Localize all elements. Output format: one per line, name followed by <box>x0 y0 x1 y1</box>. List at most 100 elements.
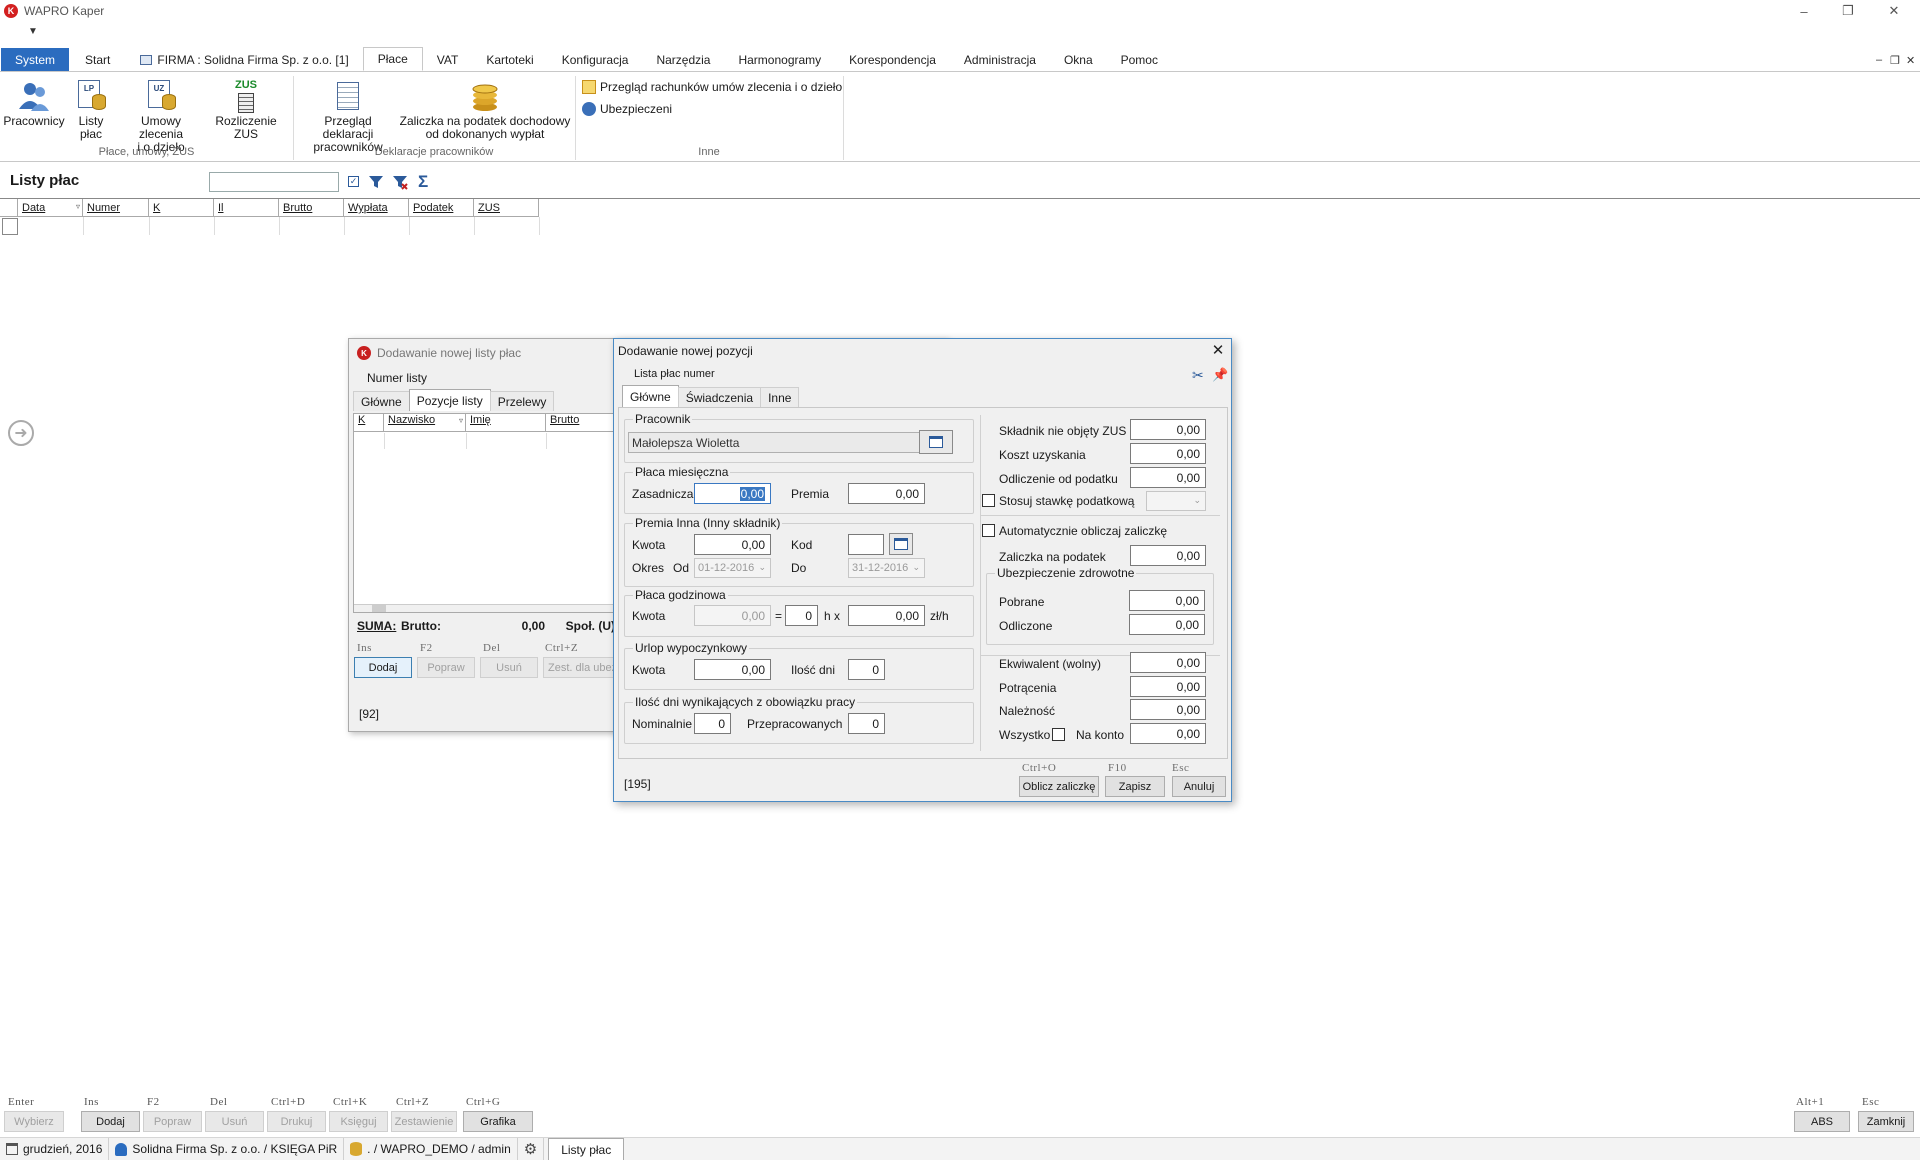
na-konto-input[interactable]: 0,00 <box>1130 723 1206 744</box>
ilosc-dni-input[interactable]: 0 <box>848 659 885 680</box>
col-k[interactable]: K <box>354 414 384 431</box>
tab-swiadczenia[interactable]: Świadczenia <box>677 387 762 407</box>
przeglad-rachunkow-button[interactable]: Przegląd rachunków umów zlecenia i o dzi… <box>582 80 842 94</box>
tab-przelewy[interactable]: Przelewy <box>489 391 555 411</box>
col-brutto[interactable]: Brutto <box>546 414 614 431</box>
minimize-icon[interactable]: – <box>1782 0 1826 22</box>
menu-tab-pomoc[interactable]: Pomoc <box>1107 48 1172 71</box>
quick-access-dropdown-icon[interactable]: ▼ <box>28 26 38 37</box>
kod-picker-button[interactable] <box>889 533 913 555</box>
skladnik-input[interactable]: 0,00 <box>1130 419 1206 440</box>
status-period[interactable]: grudzień, 2016 <box>0 1137 110 1160</box>
status-database[interactable]: . / WAPRO_DEMO / admin <box>344 1137 518 1160</box>
pracownicy-button[interactable]: Pracownicy <box>3 78 65 128</box>
mdi-close-icon[interactable]: ✕ <box>1906 54 1915 67</box>
horizontal-scrollbar[interactable] <box>354 604 614 612</box>
scissors-icon[interactable]: ✂ <box>1192 367 1204 384</box>
checkbox-filter-icon[interactable]: ✓ <box>346 174 362 190</box>
menu-tab-konfiguracja[interactable]: Konfiguracja <box>548 48 643 71</box>
close-icon[interactable]: ✕ <box>1208 341 1228 361</box>
zaliczka-podatek-input[interactable]: 0,00 <box>1130 545 1206 566</box>
dodaj-button[interactable]: Dodaj <box>81 1111 140 1132</box>
urlop-kwota-input[interactable]: 0,00 <box>694 659 771 680</box>
hours-input[interactable]: 0 <box>785 605 818 626</box>
side-panel-arrow-icon[interactable]: ➜ <box>8 420 34 446</box>
rozliczenie-zus-button[interactable]: ZUS Rozliczenie ZUS <box>204 78 288 141</box>
usun-button[interactable]: Usuń <box>205 1111 264 1132</box>
tab-pozycje-listy[interactable]: Pozycje listy <box>408 389 491 411</box>
sum-icon[interactable]: Σ <box>418 173 434 190</box>
abs-button[interactable]: ABS <box>1794 1111 1850 1132</box>
col-imie[interactable]: Imię <box>466 414 546 431</box>
naleznosc-input[interactable]: 0,00 <box>1130 699 1206 720</box>
menu-tab-harmonogramy[interactable]: Harmonogramy <box>724 48 835 71</box>
koszt-input[interactable]: 0,00 <box>1130 443 1206 464</box>
menu-tab-okna[interactable]: Okna <box>1050 48 1107 71</box>
popraw-button[interactable]: Popraw <box>417 657 475 678</box>
stosuj-stawke-checkbox[interactable] <box>982 494 995 507</box>
col-il[interactable]: Il <box>214 199 279 217</box>
dodaj-button[interactable]: Dodaj <box>354 657 412 678</box>
auto-zaliczka-checkbox[interactable] <box>982 524 995 537</box>
ekwiwalent-input[interactable]: 0,00 <box>1130 652 1206 673</box>
premia-kwota-input[interactable]: 0,00 <box>694 534 771 555</box>
wybierz-button[interactable]: Wybierz <box>4 1111 64 1132</box>
menu-tab-system[interactable]: System <box>1 48 70 71</box>
hourly-rate-input[interactable]: 0,00 <box>848 605 925 626</box>
grafika-button[interactable]: Grafika <box>463 1111 533 1132</box>
tab-glowne[interactable]: Główne <box>622 385 679 407</box>
nominalnie-input[interactable]: 0 <box>694 713 731 734</box>
popraw-button[interactable]: Popraw <box>143 1111 202 1132</box>
zamknij-button[interactable]: Zamknij <box>1858 1111 1914 1132</box>
listy-plac-button[interactable]: LP Listy płac <box>66 78 116 141</box>
przeglad-deklaracji-button[interactable]: Przegląd deklaracji pracowników <box>298 78 398 154</box>
filter-clear-icon[interactable] <box>392 174 408 190</box>
zaliczka-button[interactable]: Zaliczka na podatek dochodowy od dokonan… <box>398 78 572 141</box>
usun-button[interactable]: Usuń <box>480 657 538 678</box>
menu-tab-narzedzia[interactable]: Narzędzia <box>642 48 724 71</box>
anuluj-button[interactable]: Anuluj <box>1172 776 1226 797</box>
odliczone-input[interactable]: 0,00 <box>1129 614 1205 635</box>
status-company[interactable]: Solidna Firma Sp. z o.o. / KSIĘGA PiR <box>109 1137 345 1160</box>
col-podatek[interactable]: Podatek <box>409 199 474 217</box>
umowy-button[interactable]: UZ Umowy zlecenia i o dzieło <box>118 78 204 154</box>
oblicz-zaliczke-button[interactable]: Oblicz zaliczkę <box>1019 776 1099 797</box>
przepracowanych-input[interactable]: 0 <box>848 713 885 734</box>
filter-icon[interactable] <box>368 174 384 190</box>
col-numer[interactable]: Numer <box>83 199 149 217</box>
tab-glowne[interactable]: Główne <box>353 391 410 411</box>
mdi-restore-icon[interactable]: ❐ <box>1890 54 1900 67</box>
pracownik-field[interactable]: Małolepsza Wioletta <box>628 432 925 453</box>
menu-tab-start[interactable]: Start <box>69 48 126 71</box>
close-icon[interactable]: ✕ <box>1872 0 1916 22</box>
col-nazwisko[interactable]: Nazwisko ▿ <box>384 414 466 431</box>
menu-tab-korespondencja[interactable]: Korespondencja <box>835 48 950 71</box>
potracenia-input[interactable]: 0,00 <box>1130 676 1206 697</box>
window-tab-listy-plac[interactable]: Listy płac <box>548 1137 625 1160</box>
zasadnicza-input[interactable]: 0,00 <box>694 483 771 504</box>
menu-tab-vat[interactable]: VAT <box>423 48 473 71</box>
row-selector[interactable] <box>2 218 18 235</box>
search-input[interactable] <box>209 172 339 192</box>
menu-tab-firma[interactable]: FIRMA : Solidna Firma Sp. z o.o. [1] <box>126 48 362 71</box>
premia-input[interactable]: 0,00 <box>848 483 925 504</box>
tab-inne[interactable]: Inne <box>760 387 800 407</box>
menu-tab-place[interactable]: Płace <box>362 47 423 71</box>
odliczenie-input[interactable]: 0,00 <box>1130 467 1206 488</box>
pobrane-input[interactable]: 0,00 <box>1129 590 1205 611</box>
col-data[interactable]: Data ▿ <box>18 199 83 217</box>
ubezpieczeni-button[interactable]: Ubezpieczeni <box>582 102 672 116</box>
pin-icon[interactable]: 📌 <box>1212 367 1228 383</box>
ksieguj-button[interactable]: Księguj <box>329 1111 388 1132</box>
pracownik-picker-button[interactable] <box>919 430 953 454</box>
settings-button[interactable]: ⚙ <box>518 1137 545 1160</box>
col-zus[interactable]: ZUS <box>474 199 539 217</box>
wszystko-checkbox[interactable] <box>1052 728 1065 741</box>
stawka-select[interactable]: ⌄ <box>1146 491 1206 511</box>
drukuj-button[interactable]: Drukuj <box>267 1111 326 1132</box>
zapisz-button[interactable]: Zapisz <box>1105 776 1165 797</box>
zestawienie-ubez-button[interactable]: Zest. dla ubez <box>543 657 615 678</box>
col-wyplata[interactable]: Wypłata <box>344 199 409 217</box>
kod-input[interactable] <box>848 534 884 555</box>
do-date-select[interactable]: 31-12-2016 ⌄ <box>848 558 925 578</box>
